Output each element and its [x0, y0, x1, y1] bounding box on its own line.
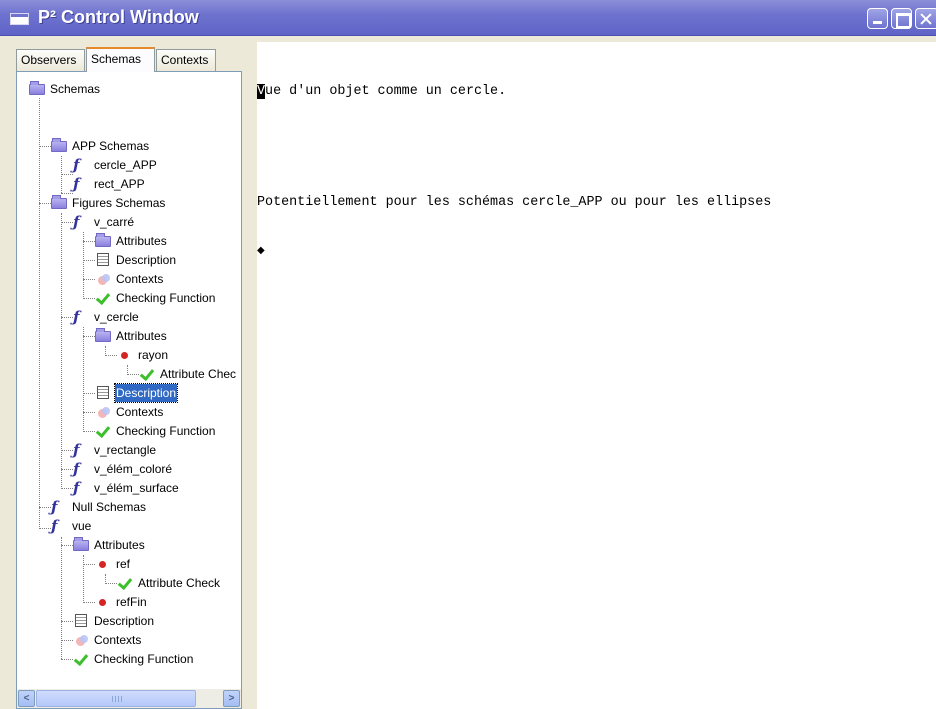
check-icon: [117, 576, 133, 590]
tab-contexts[interactable]: Contexts: [156, 49, 216, 71]
attribute-dot-icon: [95, 557, 111, 571]
contexts-icon: [73, 633, 89, 647]
function-icon: ƒ: [73, 156, 80, 174]
minimize-button[interactable]: [867, 8, 888, 29]
horizontal-scrollbar[interactable]: < >: [17, 689, 241, 708]
editor-line-3: Potentiellement pour les schémas cercle_…: [257, 195, 772, 210]
window-icon: [10, 13, 29, 25]
function-icon: ƒ: [73, 213, 80, 231]
editor-line-1: Vue d'un objet comme un cercle.: [257, 84, 507, 99]
tab-observers[interactable]: Observers: [16, 49, 85, 71]
left-pane: Observers Schemas Contexts Schemas APP S…: [8, 42, 249, 709]
window-title: P² Control Window: [38, 7, 199, 27]
schema-tree-panel: Schemas APP Schemas ƒ cercle_APP ƒ rect_…: [16, 71, 242, 709]
end-marker-icon: ◆: [257, 246, 265, 257]
function-icon: ƒ: [73, 479, 80, 497]
contexts-icon: [95, 405, 111, 419]
folder-icon: [95, 328, 111, 342]
folder-icon: [51, 138, 67, 152]
check-icon: [95, 424, 111, 438]
check-icon: [95, 291, 111, 305]
editor-text[interactable]: Vue d'un objet comme un cercle. Potentie…: [257, 47, 927, 292]
function-icon: ƒ: [51, 498, 58, 516]
document-icon: [75, 614, 87, 627]
document-icon: [97, 386, 109, 399]
document-icon: [97, 253, 109, 266]
title-bar[interactable]: P² Control Window: [0, 0, 936, 36]
scroll-grip-icon: [112, 696, 122, 702]
tab-schemas[interactable]: Schemas: [86, 47, 155, 72]
function-icon: ƒ: [51, 517, 58, 535]
function-icon: ƒ: [73, 308, 80, 326]
schema-tree: Schemas APP Schemas ƒ cercle_APP ƒ rect_…: [17, 72, 241, 682]
scroll-right-button[interactable]: >: [223, 690, 240, 707]
contexts-icon: [95, 272, 111, 286]
description-editor[interactable]: Vue d'un objet comme un cercle. Potentie…: [257, 42, 936, 709]
close-button[interactable]: [915, 8, 936, 29]
maximize-button[interactable]: [891, 8, 912, 29]
text-caret: V: [257, 84, 266, 99]
function-icon: ƒ: [73, 460, 80, 478]
attribute-dot-icon: [117, 348, 133, 362]
folder-icon: [51, 195, 67, 209]
editor-blank-line: [257, 137, 927, 158]
scroll-thumb[interactable]: [36, 690, 196, 707]
scroll-left-button[interactable]: <: [18, 690, 35, 707]
control-window: P² Control Window Observers Schemas Cont…: [0, 0, 936, 709]
folder-icon: [73, 537, 89, 551]
attribute-dot-icon: [95, 595, 111, 609]
folder-icon: [95, 233, 111, 247]
function-icon: ƒ: [73, 441, 80, 459]
function-icon: ƒ: [73, 175, 80, 193]
folder-icon: [29, 81, 45, 95]
check-icon: [73, 652, 89, 666]
check-icon: [139, 367, 155, 381]
